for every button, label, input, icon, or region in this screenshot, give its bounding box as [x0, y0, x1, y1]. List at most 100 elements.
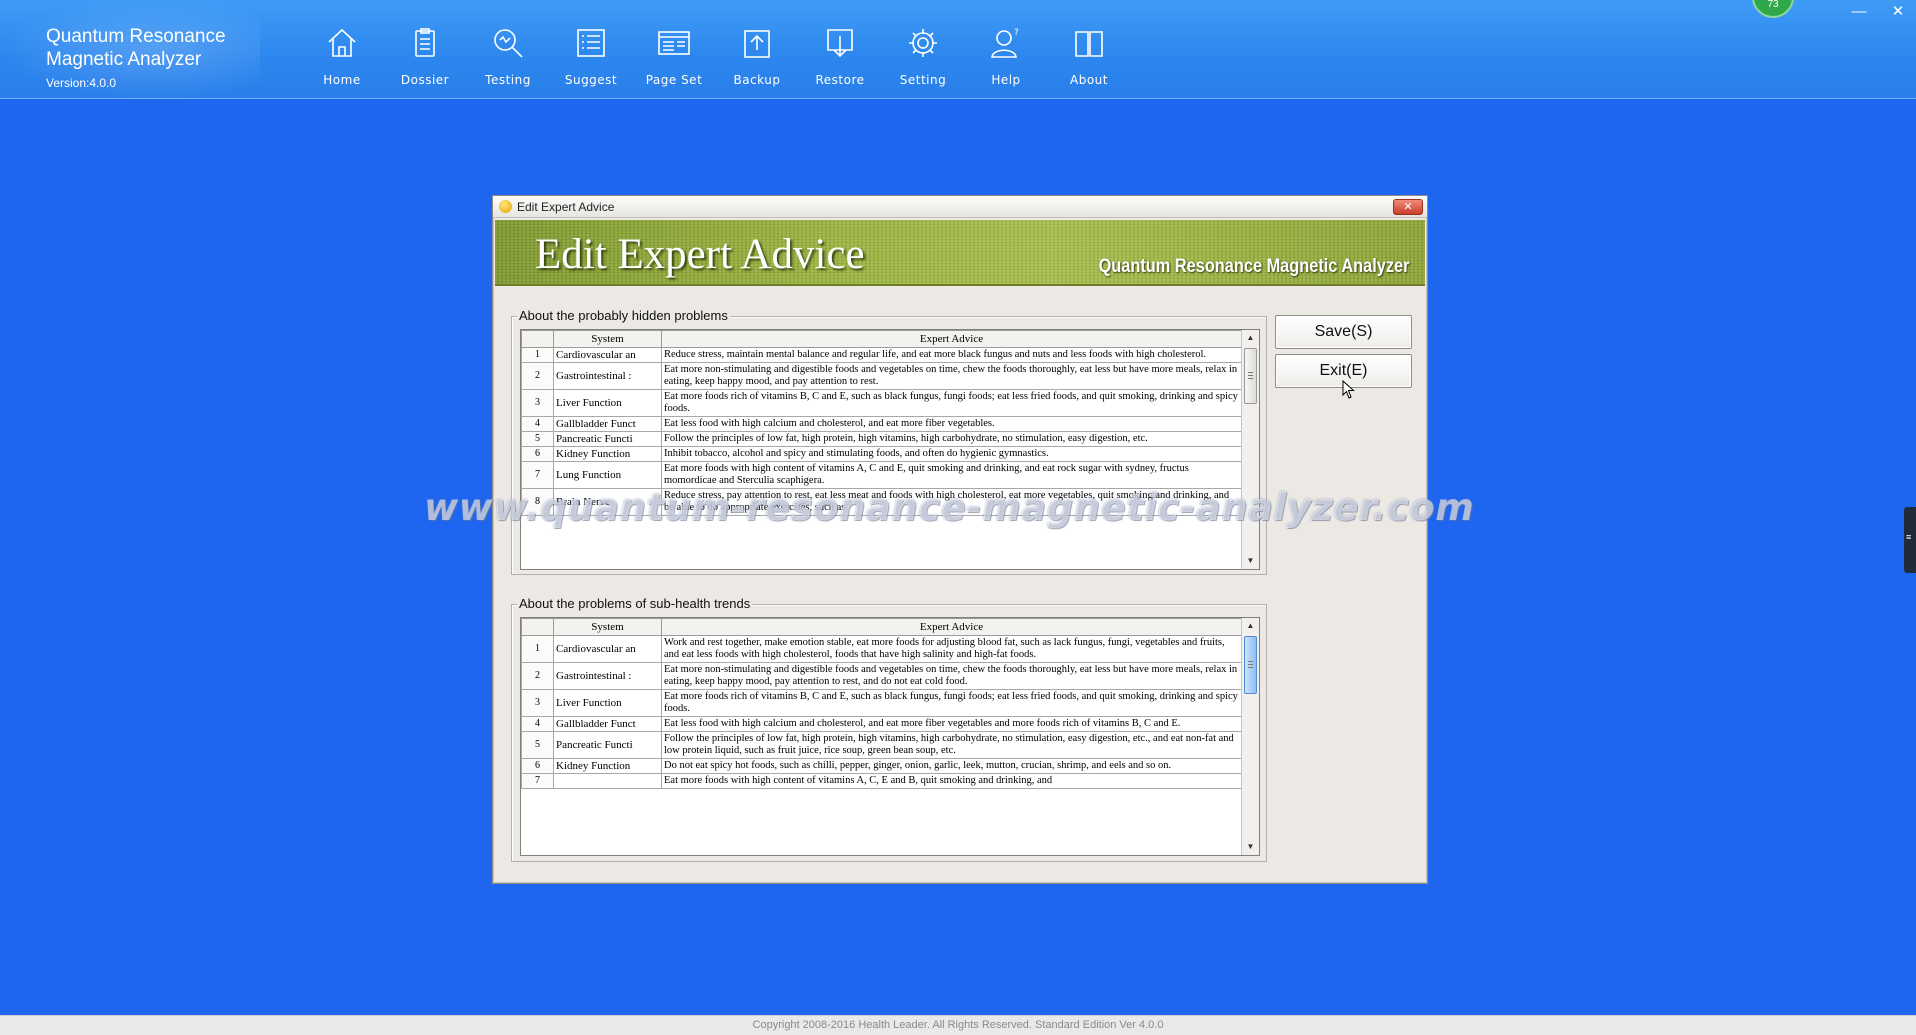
scroll-down-arrow-icon[interactable]: ▼: [1242, 839, 1259, 855]
system-cell[interactable]: Cardiovascular an: [553, 347, 662, 363]
table-row[interactable]: 5 Pancreatic Functi Follow the principles …: [521, 431, 1242, 447]
dialog-close-button[interactable]: ✕: [1393, 199, 1423, 215]
home-icon: [328, 28, 356, 57]
nav-dossier-button[interactable]: Dossier: [383, 18, 467, 88]
table-row[interactable]: 6 Kidney Function Inhibit tobacco, alcohol…: [521, 446, 1242, 462]
nav-setting-button[interactable]: Setting: [881, 18, 965, 88]
nav-label: Testing: [485, 73, 531, 87]
subhealth-trends-grid[interactable]: System Expert Advice 1 Cardiovascular an W…: [520, 617, 1260, 856]
system-cell[interactable]: Pancreatic Functi: [553, 431, 662, 447]
system-cell[interactable]: Liver Function: [553, 689, 662, 717]
row-index: 5: [521, 431, 554, 447]
system-cell[interactable]: [553, 773, 662, 789]
nav-label: Restore: [815, 73, 865, 87]
nav-about-button[interactable]: About: [1047, 18, 1131, 88]
advice-cell[interactable]: Eat more foods rich of vitamins B, C and…: [661, 689, 1242, 717]
row-index: 7: [521, 773, 554, 789]
system-cell[interactable]: Cardiovascular an: [553, 635, 662, 663]
table-row[interactable]: 2 Gastrointestinal : Eat more non-stimulat…: [521, 662, 1242, 690]
column-header-system: System: [553, 330, 662, 348]
magnifier-icon: [494, 29, 523, 58]
scroll-up-arrow-icon[interactable]: ▲: [1242, 330, 1259, 346]
table-row[interactable]: 1 Cardiovascular an Reduce stress, maintai…: [521, 347, 1242, 363]
vertical-scrollbar[interactable]: ▲ ▼: [1241, 618, 1259, 855]
table-row[interactable]: 6 Kidney Function Do not eat spicy hot foo…: [521, 758, 1242, 774]
advice-cell[interactable]: Reduce stress, pay attention to rest, ea…: [661, 488, 1242, 516]
scroll-thumb[interactable]: [1244, 348, 1257, 404]
scroll-up-arrow-icon[interactable]: ▲: [1242, 618, 1259, 634]
save-button[interactable]: Save(S): [1275, 315, 1412, 349]
nav-page-set-button[interactable]: Page Set: [632, 18, 716, 88]
scroll-down-arrow-icon[interactable]: ▼: [1242, 553, 1259, 569]
advice-cell[interactable]: Follow the principles of low fat, high p…: [661, 431, 1242, 447]
nav-restore-button[interactable]: Restore: [798, 18, 882, 88]
system-cell[interactable]: Lung Function: [553, 461, 662, 489]
download-icon: [827, 29, 853, 58]
table-row[interactable]: 2 Gastrointestinal : Eat more non-stimulat…: [521, 362, 1242, 390]
nav-home-button[interactable]: Home: [300, 18, 384, 88]
table-row[interactable]: 5 Pancreatic Functi Follow the principles …: [521, 731, 1242, 759]
advice-table: System Expert Advice 1 Cardiovascular an W…: [521, 618, 1242, 789]
system-cell[interactable]: Pancreatic Functi: [553, 731, 662, 759]
table-row[interactable]: 7 Eat more foods with high content of vit…: [521, 773, 1242, 789]
nav-suggest-button[interactable]: Suggest: [549, 18, 633, 88]
list-icon: [577, 29, 605, 57]
hidden-problems-grid[interactable]: System Expert Advice 1 Cardiovascular an R…: [520, 329, 1260, 570]
row-index: 7: [521, 461, 554, 489]
nav-help-button[interactable]: ? Help: [964, 18, 1048, 88]
advice-cell[interactable]: Reduce stress, maintain mental balance a…: [661, 347, 1242, 363]
system-cell[interactable]: Gastrointestinal :: [553, 662, 662, 690]
row-index: 2: [521, 662, 554, 690]
nav-label: Suggest: [564, 73, 618, 87]
window-close-button[interactable]: ✕: [1886, 2, 1910, 22]
advice-cell[interactable]: Inhibit tobacco, alcohol and spicy and s…: [661, 446, 1242, 462]
vertical-scrollbar[interactable]: ▲ ▼: [1241, 330, 1259, 569]
scroll-thumb[interactable]: [1244, 636, 1257, 694]
app-icon: [499, 200, 512, 213]
system-cell[interactable]: Kidney Function: [553, 446, 662, 462]
subhealth-trends-group: About the problems of sub-health trends …: [511, 596, 1267, 862]
table-row[interactable]: 3 Liver Function Eat more foods rich of vi…: [521, 689, 1242, 717]
system-cell[interactable]: Gallbladder Funct: [553, 716, 662, 732]
minimize-button[interactable]: —: [1847, 2, 1871, 22]
grip-icon: [1248, 661, 1253, 668]
advice-cell[interactable]: Eat more foods with high content of vita…: [661, 461, 1242, 489]
advice-cell[interactable]: Eat more non-stimulating and digestible …: [661, 662, 1242, 690]
table-row[interactable]: 4 Gallbladder Funct Eat less food with hig…: [521, 716, 1242, 732]
edit-expert-advice-dialog: Edit Expert Advice ✕ Edit Expert Advice …: [492, 195, 1428, 884]
advice-cell[interactable]: Work and rest together, make emotion sta…: [661, 635, 1242, 663]
dialog-titlebar[interactable]: Edit Expert Advice ✕: [493, 196, 1427, 218]
row-index: 1: [521, 635, 554, 663]
nav-backup-button[interactable]: Backup: [715, 18, 799, 88]
table-row[interactable]: 4 Gallbladder Funct Eat less food with hig…: [521, 416, 1242, 432]
system-cell[interactable]: Liver Function: [553, 389, 662, 417]
table-row[interactable]: 1 Cardiovascular an Work and rest together…: [521, 635, 1242, 663]
system-cell[interactable]: Kidney Function: [553, 758, 662, 774]
row-index: 3: [521, 689, 554, 717]
advice-cell[interactable]: Eat less food with high calcium and chol…: [661, 416, 1242, 432]
page-icon: [658, 31, 690, 55]
table-row[interactable]: 8 Brain Nerve Reduce stress, pay attention…: [521, 488, 1242, 516]
system-cell[interactable]: Gallbladder Funct: [553, 416, 662, 432]
column-header-index: [521, 618, 554, 636]
notification-badge[interactable]: 73: [1752, 0, 1794, 18]
advice-cell[interactable]: Eat less food with high calcium and chol…: [661, 716, 1242, 732]
advice-cell[interactable]: Do not eat spicy hot foods, such as chil…: [661, 758, 1242, 774]
advice-cell[interactable]: Eat more non-stimulating and digestible …: [661, 362, 1242, 390]
column-header-advice: Expert Advice: [661, 330, 1242, 348]
nav-label: Help: [991, 73, 1021, 87]
clipboard-icon: [415, 28, 435, 57]
brand-name-line1: Quantum Resonance: [46, 26, 226, 47]
system-cell[interactable]: Brain Nerve: [553, 488, 662, 516]
table-row[interactable]: 7 Lung Function Eat more foods with high c…: [521, 461, 1242, 489]
nav-testing-button[interactable]: Testing: [466, 18, 550, 88]
advice-cell[interactable]: Follow the principles of low fat, high p…: [661, 731, 1242, 759]
side-panel-handle[interactable]: ≡: [1904, 507, 1916, 573]
grip-icon: [1248, 372, 1253, 379]
table-row[interactable]: 3 Liver Function Eat more foods rich of vi…: [521, 389, 1242, 417]
system-cell[interactable]: Gastrointestinal :: [553, 362, 662, 390]
advice-cell[interactable]: Eat more foods with high content of vita…: [661, 773, 1242, 789]
advice-table: System Expert Advice 1 Cardiovascular an R…: [521, 330, 1242, 516]
nav-label: Home: [323, 73, 361, 87]
advice-cell[interactable]: Eat more foods rich of vitamins B, C and…: [661, 389, 1242, 417]
